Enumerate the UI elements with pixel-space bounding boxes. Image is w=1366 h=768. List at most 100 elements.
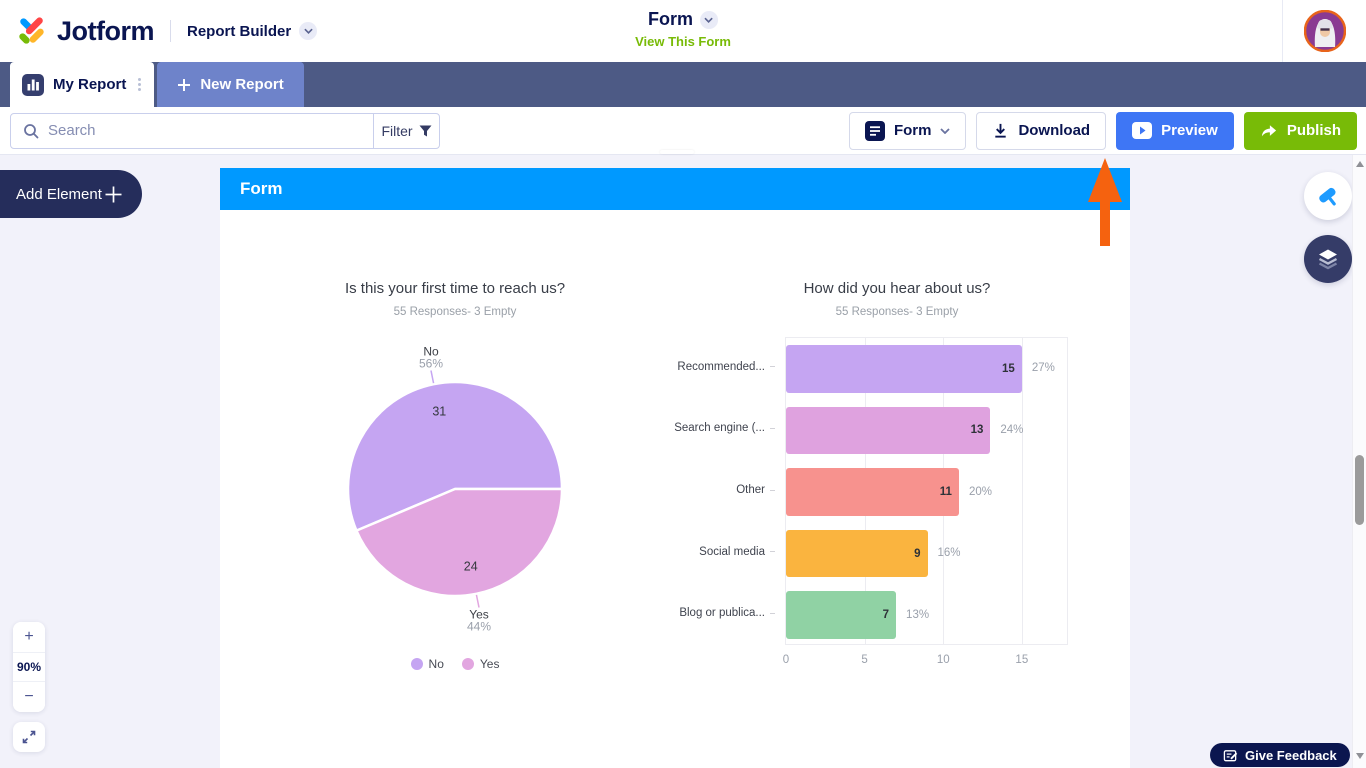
bar: 11 — [786, 468, 959, 516]
product-switcher[interactable]: Report Builder — [187, 22, 318, 40]
tab-my-report-label: My Report — [53, 76, 127, 93]
tab-my-report[interactable]: My Report — [10, 62, 155, 107]
report-tabbar: My Report New Report — [0, 62, 1366, 107]
give-feedback-label: Give Feedback — [1245, 747, 1337, 763]
bar-percent-label: 27% — [1031, 362, 1055, 375]
form-section-header[interactable]: Form — [220, 168, 1130, 210]
scroll-up-icon[interactable] — [1356, 161, 1364, 167]
legend-dot — [461, 658, 474, 670]
filter-label: Filter — [381, 122, 413, 139]
legend-dot — [410, 658, 423, 670]
app-root: Jotform Report Builder Form View This Fo… — [0, 0, 1366, 768]
tab-new-report[interactable]: New Report — [157, 62, 304, 107]
x-tick-label: 15 — [1015, 654, 1029, 666]
tab-options-kebab-icon[interactable] — [135, 74, 144, 95]
jotform-logo-icon — [19, 17, 44, 44]
zoom-out-button[interactable]: − — [13, 682, 45, 712]
report-canvas: Add Element Form Is this your first time… — [0, 150, 1366, 768]
search-filter-group: Filter — [10, 112, 440, 149]
header-right — [1282, 0, 1366, 62]
jotform-logo[interactable]: Jotform — [16, 15, 155, 47]
form-section-title: Form — [240, 179, 283, 198]
filter-funnel-icon — [419, 125, 432, 136]
add-element-button[interactable]: Add Element — [0, 170, 142, 218]
x-tick-label: 10 — [936, 654, 950, 666]
pie-outer-percent: 56% — [419, 356, 443, 370]
plus-icon — [105, 186, 122, 202]
legend-item-yes[interactable]: Yes — [461, 657, 500, 671]
annotation-arrow-icon — [1088, 158, 1122, 246]
zoom-controls: + 90% − — [13, 622, 45, 712]
report-page: Form Is this your first time to reach us… — [220, 168, 1130, 768]
give-feedback-button[interactable]: Give Feedback — [1210, 743, 1350, 767]
design-button[interactable] — [1304, 172, 1352, 220]
pie-chart-title: Is this your first time to reach us? — [344, 280, 566, 297]
preview-button[interactable]: Preview — [1116, 111, 1234, 150]
bar-value-label: 7 — [882, 609, 890, 622]
bar: 9 — [786, 529, 928, 578]
logo-text: Jotform — [57, 15, 155, 46]
bar-percent-label: 24% — [1000, 423, 1024, 436]
bar-category-label: Recommended... — [660, 361, 775, 373]
pie-value-label: 24 — [464, 560, 478, 574]
x-tick-label: 0 — [782, 654, 790, 666]
bar-category-label: Blog or publica... — [660, 607, 775, 619]
x-tick-label: 5 — [861, 654, 868, 666]
search-icon — [24, 123, 39, 138]
bar-percent-label: 16% — [937, 547, 961, 560]
publish-label: Publish — [1286, 122, 1341, 139]
legend-label: Yes — [479, 657, 500, 671]
bar: 15 — [786, 345, 1022, 393]
vertical-scrollbar-thumb[interactable] — [1355, 455, 1364, 525]
bar-percent-label: 13% — [906, 608, 930, 621]
bar-plot[interactable]: 0 5 10 15 15 27% 13 24% 11 20% 9 16% 7 13% — [783, 337, 1068, 666]
header-center: Form View This Form — [635, 9, 731, 51]
bar-category-label: Other — [660, 484, 775, 496]
layers-button[interactable] — [1304, 235, 1352, 283]
bar-category-labels: Recommended... Search engine (... Other Soc… — [660, 337, 775, 645]
form-title-menu[interactable] — [700, 10, 718, 29]
scroll-down-icon[interactable] — [1356, 753, 1364, 759]
form-doc-icon — [864, 120, 885, 141]
bar: 13 — [786, 406, 991, 455]
chevron-down-icon — [299, 22, 318, 40]
legend-item-no[interactable]: No — [410, 657, 444, 671]
toolbar: Filter Form — [0, 107, 1366, 155]
horizontal-scrollbar-thumb[interactable] — [660, 150, 694, 154]
legend-label: No — [428, 657, 444, 671]
download-label: Download — [1018, 122, 1091, 139]
pie-chart[interactable]: 31No56%24Yes44% — [305, 329, 605, 649]
publish-arrow-icon — [1261, 124, 1276, 136]
product-label: Report Builder — [187, 22, 292, 40]
play-icon — [1132, 122, 1153, 139]
form-source-button[interactable]: Form — [848, 111, 967, 150]
tab-new-report-label: New Report — [200, 76, 284, 93]
search-input[interactable] — [48, 122, 373, 139]
form-source-label: Form — [893, 122, 932, 139]
bar-category-label: Social media — [660, 546, 775, 558]
view-this-form-link[interactable]: View This Form — [635, 34, 731, 49]
bar-value-label: 13 — [970, 424, 984, 437]
zoom-level: 90% — [13, 652, 45, 682]
pie-leader-line — [430, 370, 435, 384]
bar-value-label: 11 — [939, 485, 952, 498]
feedback-note-icon — [1223, 749, 1238, 761]
chevron-down-icon — [704, 17, 714, 23]
filter-button[interactable]: Filter — [373, 113, 439, 148]
vertical-scrollbar[interactable] — [1352, 155, 1366, 768]
download-icon — [995, 123, 1007, 138]
pie-chart-legend: No Yes — [305, 657, 605, 671]
search-box — [11, 114, 373, 148]
zoom-in-button[interactable]: + — [13, 622, 45, 652]
pie-leader-line — [475, 594, 480, 608]
bar-value-label: 9 — [914, 547, 921, 560]
bar-gridline — [1021, 338, 1023, 644]
publish-button[interactable]: Publish — [1243, 111, 1357, 150]
report-chart-icon — [22, 73, 44, 96]
fit-to-screen-button[interactable] — [13, 722, 45, 752]
chevron-down-icon — [940, 127, 951, 134]
avatar[interactable] — [1303, 9, 1346, 53]
page-title: Form — [648, 9, 693, 29]
download-button[interactable]: Download — [976, 111, 1107, 150]
bar-percent-label: 20% — [968, 485, 992, 498]
